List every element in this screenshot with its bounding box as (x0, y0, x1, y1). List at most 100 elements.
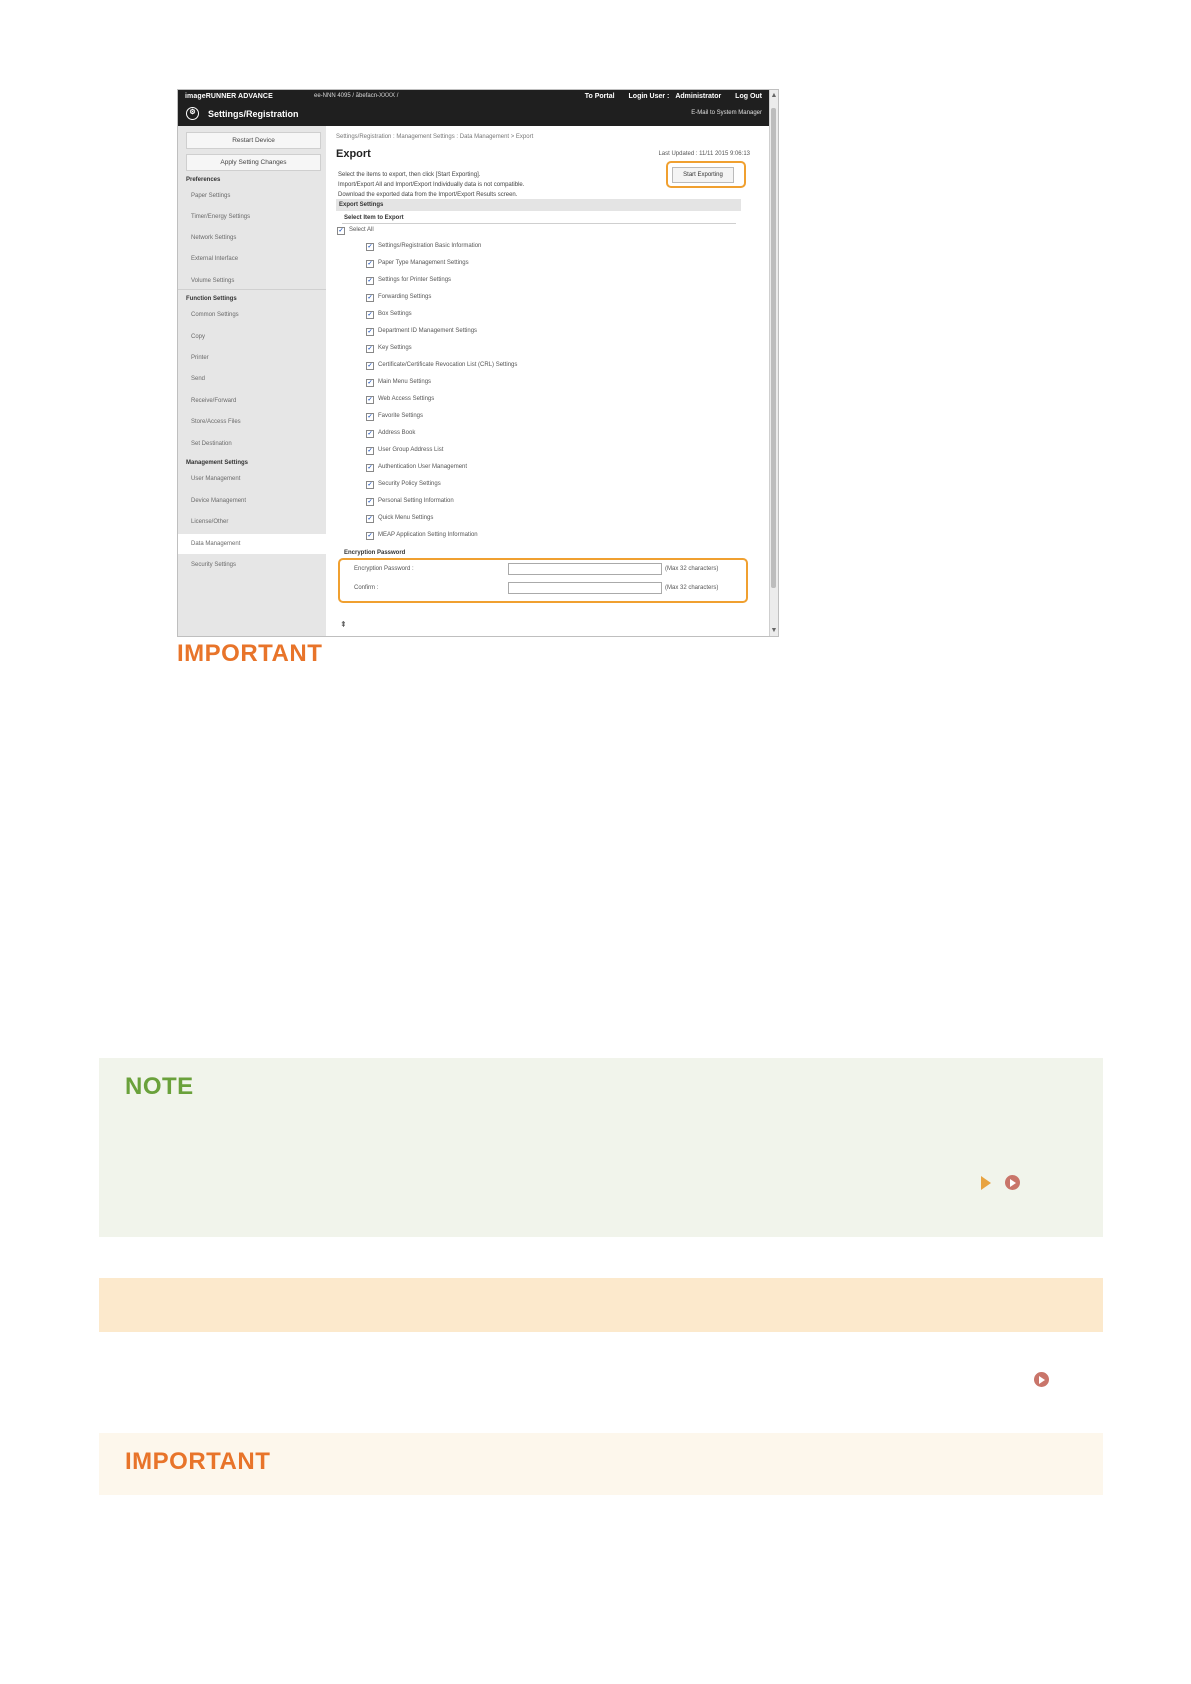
sidebar-item-security-settings[interactable]: Security Settings (191, 562, 236, 568)
export-item-checkbox[interactable]: ✓ Settings/Registration Basic Information (366, 243, 481, 251)
app-title: Settings/Registration (208, 109, 299, 119)
logout-link[interactable]: Log Out (735, 93, 762, 100)
max-characters-hint: (Max 32 characters) (665, 585, 719, 591)
select-items-heading: Select Item to Export (344, 215, 404, 221)
sidebar-item-store-access[interactable]: Store/Access Files (191, 419, 241, 425)
checkbox-label: MEAP Application Setting Information (378, 532, 478, 538)
checkbox-checked-icon[interactable]: ✓ (366, 481, 374, 489)
note-box: NOTE (99, 1058, 1103, 1237)
sidebar-item-license-other[interactable]: License/Other (191, 519, 228, 525)
scroll-up-icon[interactable]: ▲ (770, 92, 778, 99)
checkbox-checked-icon[interactable]: ✓ (366, 277, 374, 285)
checkbox-checked-icon[interactable]: ✓ (366, 379, 374, 387)
important-box: IMPORTANT (99, 1433, 1103, 1495)
link-circle-icon[interactable] (1005, 1175, 1020, 1190)
encryption-password-heading: Encryption Password (344, 550, 406, 556)
brand-name: imageRUNNER ADVANCE (185, 93, 273, 100)
checkbox-checked-icon[interactable]: ✓ (366, 498, 374, 506)
checkbox-checked-icon[interactable]: ✓ (366, 396, 374, 404)
select-all-checkbox[interactable]: ✓ Select All (337, 227, 374, 235)
checkbox-checked-icon[interactable]: ✓ (366, 311, 374, 319)
checkbox-checked-icon[interactable]: ✓ (366, 413, 374, 421)
scroll-to-top-icon[interactable]: ⇞ (340, 620, 347, 629)
export-item-checkbox[interactable]: ✓ Box Settings (366, 311, 412, 319)
export-item-checkbox[interactable]: ✓ Settings for Printer Settings (366, 277, 451, 285)
intro-line: Import/Export All and Import/Export Indi… (338, 182, 525, 188)
sidebar-item-device-management[interactable]: Device Management (191, 498, 246, 504)
export-item-checkbox[interactable]: ✓ Address Book (366, 430, 415, 438)
export-item-checkbox[interactable]: ✓ User Group Address List (366, 447, 443, 455)
export-settings-heading: Export Settings (336, 199, 741, 211)
max-characters-hint: (Max 32 characters) (665, 566, 719, 572)
export-item-checkbox[interactable]: ✓ Quick Menu Settings (366, 515, 433, 523)
checkbox-label: Quick Menu Settings (378, 515, 434, 521)
checkbox-checked-icon[interactable]: ✓ (366, 464, 374, 472)
restart-device-button[interactable]: Restart Device (186, 132, 321, 149)
important-heading: IMPORTANT (125, 1448, 271, 1475)
export-item-checkbox[interactable]: ✓ MEAP Application Setting Information (366, 532, 478, 540)
checkbox-label: Forwarding Settings (378, 294, 432, 300)
export-item-checkbox[interactable]: ✓ Main Menu Settings (366, 379, 431, 387)
checkbox-checked-icon[interactable]: ✓ (366, 345, 374, 353)
scroll-thumb[interactable] (771, 108, 776, 588)
export-item-checkbox[interactable]: ✓ Security Policy Settings (366, 481, 441, 489)
sidebar-item-paper-settings[interactable]: Paper Settings (191, 193, 230, 199)
encryption-password-input[interactable] (508, 563, 662, 575)
export-item-checkbox[interactable]: ✓ Key Settings (366, 345, 412, 353)
breadcrumb: Settings/Registration : Management Setti… (336, 134, 534, 140)
encryption-password-label: Encryption Password : (354, 566, 414, 572)
apply-setting-changes-button[interactable]: Apply Setting Changes (186, 154, 321, 171)
checkbox-checked-icon[interactable]: ✓ (366, 243, 374, 251)
export-item-checkbox[interactable]: ✓ Department ID Management Settings (366, 328, 477, 336)
confirm-password-input[interactable] (508, 582, 662, 594)
checkbox-label: Web Access Settings (378, 396, 435, 402)
login-user-label: Login User : (628, 93, 670, 100)
sidebar-item-data-management[interactable]: Data Management (178, 534, 326, 554)
sidebar-item-send[interactable]: Send (191, 376, 205, 382)
sidebar-item-printer[interactable]: Printer (191, 355, 209, 361)
checkbox-checked-icon[interactable]: ✓ (366, 447, 374, 455)
export-item-checkbox[interactable]: ✓ Certificate/Certificate Revocation List… (366, 362, 517, 370)
checkbox-label: Department ID Management Settings (378, 328, 478, 334)
checkbox-label: User Group Address List (378, 447, 444, 453)
top-links: To Portal Login User : Administrator Log… (573, 93, 762, 100)
checkbox-checked-icon[interactable]: ✓ (366, 362, 374, 370)
email-system-manager-link[interactable]: E-Mail to System Manager (691, 110, 762, 116)
page-title: Export (336, 148, 371, 160)
start-exporting-button[interactable]: Start Exporting (672, 167, 734, 183)
sidebar-item-network[interactable]: Network Settings (191, 235, 236, 241)
checkbox-checked-icon[interactable]: ✓ (366, 294, 374, 302)
sidebar-item-external-interface[interactable]: External Interface (191, 256, 238, 262)
checkbox-checked-icon[interactable]: ✓ (366, 328, 374, 336)
checkbox-checked-icon[interactable]: ✓ (366, 430, 374, 438)
sidebar-item-volume[interactable]: Volume Settings (191, 278, 234, 284)
checkbox-checked-icon[interactable]: ✓ (366, 260, 374, 268)
export-item-checkbox[interactable]: ✓ Web Access Settings (366, 396, 434, 404)
sidebar-item-receive-forward[interactable]: Receive/Forward (191, 398, 236, 404)
checkbox-label: Certificate/Certificate Revocation List … (378, 362, 518, 368)
export-item-checkbox[interactable]: ✓ Paper Type Management Settings (366, 260, 469, 268)
export-item-checkbox[interactable]: ✓ Authentication User Management (366, 464, 467, 472)
sidebar-item-timer-energy[interactable]: Timer/Energy Settings (191, 214, 250, 220)
important-heading: IMPORTANT (177, 640, 323, 667)
sidebar-item-copy[interactable]: Copy (191, 334, 205, 340)
checkbox-checked-icon[interactable]: ✓ (366, 532, 374, 540)
vertical-scrollbar[interactable]: ▲ ▼ (769, 90, 778, 636)
sidebar-item-set-destination[interactable]: Set Destination (191, 441, 232, 447)
sidebar-heading-management: Management Settings (186, 460, 249, 466)
export-item-checkbox[interactable]: ✓ Forwarding Settings (366, 294, 431, 302)
sidebar-item-user-management[interactable]: User Management (191, 476, 240, 482)
to-portal-link[interactable]: To Portal (585, 93, 615, 100)
checkbox-checked-icon[interactable]: ✓ (366, 515, 374, 523)
note-heading: NOTE (125, 1073, 194, 1100)
export-item-checkbox[interactable]: ✓ Personal Setting Information (366, 498, 454, 506)
checkbox-label: Personal Setting Information (378, 498, 454, 504)
scroll-down-icon[interactable]: ▼ (770, 627, 778, 634)
checkbox-label: Paper Type Management Settings (378, 260, 469, 266)
link-circle-icon[interactable] (1034, 1372, 1049, 1387)
checkbox-checked-icon[interactable]: ✓ (337, 227, 345, 235)
export-item-checkbox[interactable]: ✓ Favorite Settings (366, 413, 423, 421)
sidebar-heading-preferences: Preferences (186, 177, 221, 183)
sidebar-item-common[interactable]: Common Settings (191, 312, 239, 318)
sidebar-divider (178, 289, 326, 290)
